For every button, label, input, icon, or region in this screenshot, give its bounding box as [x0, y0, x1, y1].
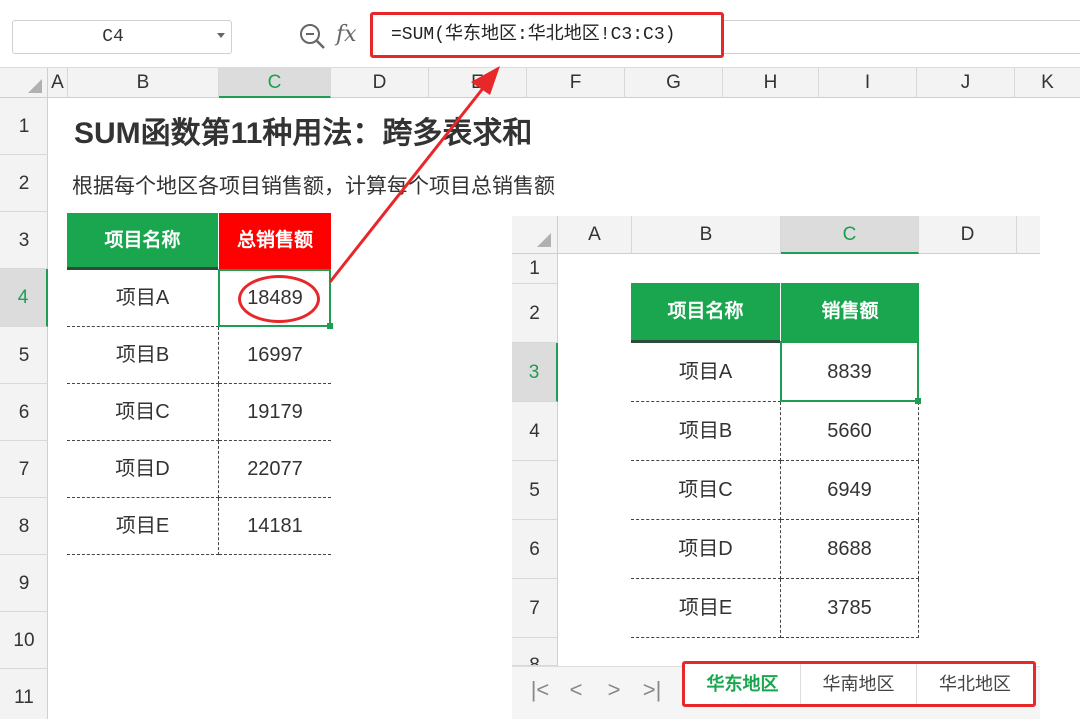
column-header-j[interactable]: J [917, 68, 1015, 98]
column-header-k[interactable]: K [1015, 68, 1080, 98]
inset-row-header-3[interactable]: 3 [512, 343, 558, 402]
column-header-h[interactable]: H [723, 68, 819, 98]
tab-huadong[interactable]: 华东地区 [685, 664, 801, 704]
region-cell-name[interactable]: 项目C [631, 461, 781, 520]
column-header-b[interactable]: B [68, 68, 219, 98]
prev-sheet-icon[interactable]: < [562, 675, 590, 705]
region-header-sales[interactable]: 销售额 [781, 283, 919, 341]
column-header-i[interactable]: I [819, 68, 917, 98]
formula-input-extension[interactable] [724, 20, 1080, 54]
fill-handle[interactable] [327, 323, 333, 329]
select-all-icon [537, 233, 551, 247]
fill-handle[interactable] [915, 398, 921, 404]
summary-cell-total[interactable]: 22077 [219, 441, 331, 498]
row-headers: 1 2 3 4 5 6 7 8 9 10 11 [0, 98, 48, 719]
row-header-8[interactable]: 8 [0, 498, 48, 555]
last-sheet-icon[interactable]: >| [638, 675, 666, 705]
summary-cell-total[interactable]: 16997 [219, 327, 331, 384]
summary-header-total[interactable]: 总销售额 [219, 213, 331, 269]
column-header-f[interactable]: F [527, 68, 625, 98]
column-headers: A B C D E F G H I J K [0, 68, 1080, 98]
row-header-9[interactable]: 9 [0, 555, 48, 612]
chevron-down-icon[interactable] [217, 33, 225, 38]
select-all-corner[interactable] [0, 68, 48, 98]
row-header-10[interactable]: 10 [0, 612, 48, 669]
name-box-value: C4 [102, 27, 124, 47]
inset-active-cell-selection[interactable] [780, 341, 921, 404]
column-header-c[interactable]: C [219, 68, 331, 98]
region-cell-name[interactable]: 项目B [631, 402, 781, 461]
formula-input[interactable]: =SUM(华东地区:华北地区!C3:C3) [370, 12, 724, 58]
select-all-icon [28, 79, 42, 93]
inset-column-header-b[interactable]: B [632, 216, 781, 254]
region-cell-name[interactable]: 项目A [631, 343, 781, 402]
column-header-d[interactable]: D [331, 68, 429, 98]
formula-text: =SUM(华东地区:华北地区!C3:C3) [391, 25, 676, 45]
inset-row-header-2[interactable]: 2 [512, 284, 558, 343]
row-header-1[interactable]: 1 [0, 98, 48, 155]
sheet-title: SUM函数第11种用法：跨多表求和 [74, 117, 533, 150]
formula-bar: C4 fx =SUM(华东地区:华北地区!C3:C3) [0, 0, 1080, 68]
inset-sheet: A B C D 1 2 3 4 5 6 7 8 项目名称 销售额 项目A 883… [512, 216, 1040, 719]
column-header-g[interactable]: G [625, 68, 723, 98]
function-fx-icon[interactable]: fx [336, 20, 364, 50]
region-cell-sales[interactable]: 3785 [781, 579, 919, 638]
region-cell-sales[interactable]: 5660 [781, 402, 919, 461]
summary-cell-name[interactable]: 项目B [67, 327, 219, 384]
summary-cell-name[interactable]: 项目C [67, 384, 219, 441]
summary-cell-name[interactable]: 项目D [67, 441, 219, 498]
summary-cell-total[interactable]: 14181 [219, 498, 331, 555]
row-header-4[interactable]: 4 [0, 269, 48, 327]
region-cell-sales[interactable]: 6949 [781, 461, 919, 520]
inset-row-header-1[interactable]: 1 [512, 254, 558, 284]
summary-cell-name[interactable]: 项目E [67, 498, 219, 555]
magnifier-zoom-icon[interactable] [298, 22, 326, 50]
row-header-3[interactable]: 3 [0, 212, 48, 269]
inset-column-header-blank [1017, 216, 1040, 254]
tab-huanan[interactable]: 华南地区 [801, 664, 917, 704]
column-header-a[interactable]: A [48, 68, 68, 98]
summary-cell-name[interactable]: 项目A [67, 270, 219, 327]
row-header-11[interactable]: 11 [0, 669, 48, 719]
row-header-5[interactable]: 5 [0, 327, 48, 384]
tab-huabei[interactable]: 华北地区 [917, 664, 1033, 704]
summary-cell-total[interactable]: 19179 [219, 384, 331, 441]
inset-row-header-6[interactable]: 6 [512, 520, 558, 579]
region-cell-name[interactable]: 项目E [631, 579, 781, 638]
region-header-project[interactable]: 项目名称 [631, 283, 780, 341]
inset-row-header-7[interactable]: 7 [512, 579, 558, 638]
sheet-tab-bar: |< < > >| 华东地区 华南地区 华北地区 [512, 661, 1040, 719]
row-header-7[interactable]: 7 [0, 441, 48, 498]
inset-row-header-5[interactable]: 5 [512, 461, 558, 520]
inset-select-all-corner[interactable] [512, 216, 558, 254]
region-cell-name[interactable]: 项目D [631, 520, 781, 579]
highlight-circle [238, 275, 320, 323]
inset-row-header-8[interactable]: 8 [512, 638, 558, 666]
region-cell-sales[interactable]: 8688 [781, 520, 919, 579]
inset-column-header-d[interactable]: D [919, 216, 1017, 254]
inset-row-header-4[interactable]: 4 [512, 402, 558, 461]
inset-column-header-c[interactable]: C [781, 216, 919, 254]
sheet-subtitle: 根据每个地区各项目销售额，计算每个项目总销售额 [72, 175, 555, 198]
first-sheet-icon[interactable]: |< [526, 675, 554, 705]
row-header-6[interactable]: 6 [0, 384, 48, 441]
name-box[interactable]: C4 [12, 20, 232, 54]
inset-column-header-a[interactable]: A [558, 216, 632, 254]
sheet-tabs-highlight: 华东地区 华南地区 华北地区 [682, 661, 1036, 707]
row-header-2[interactable]: 2 [0, 155, 48, 212]
column-header-e[interactable]: E [429, 68, 527, 98]
summary-header-project[interactable]: 项目名称 [67, 213, 218, 269]
next-sheet-icon[interactable]: > [600, 675, 628, 705]
